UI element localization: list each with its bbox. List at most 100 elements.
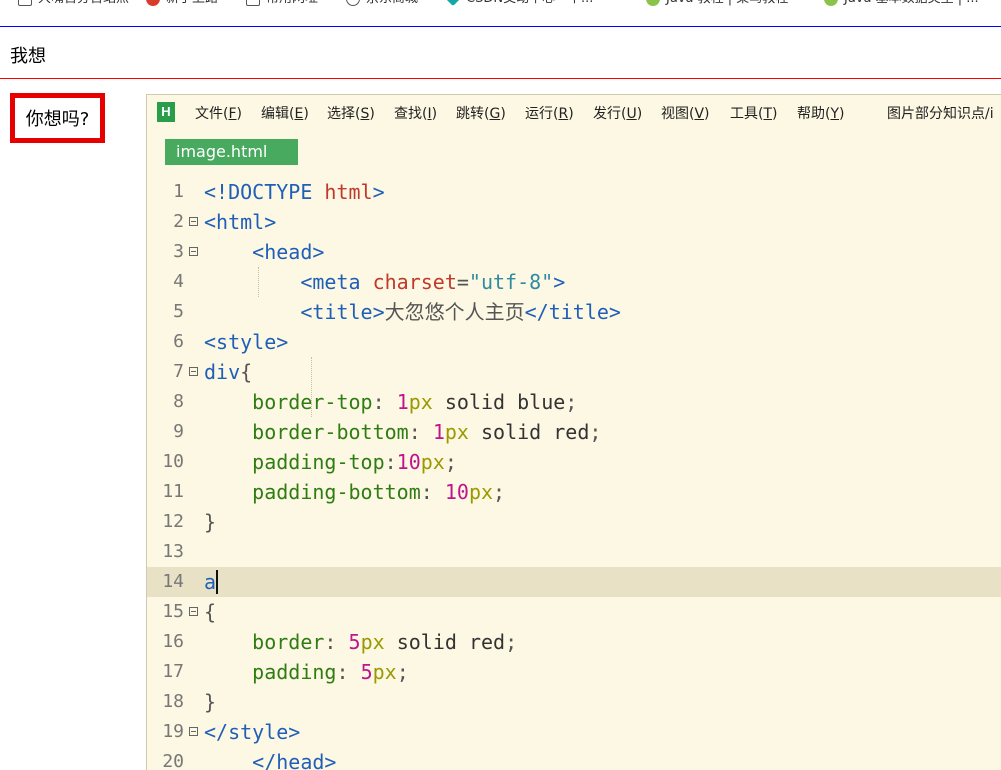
code-line[interactable]: 17 padding: 5px; [147, 657, 1001, 687]
menu-label: 编辑( [261, 106, 295, 122]
code-line[interactable]: 9 border-bottom: 1px solid red; [147, 417, 1001, 447]
bookmark-item[interactable]: 常用网址 [246, 0, 318, 8]
code-line[interactable]: 2 <html> [147, 207, 1001, 237]
line-number: 14 [162, 571, 184, 592]
rendered-div-text: 我想 [10, 46, 46, 67]
code-token: a [204, 570, 217, 594]
code-line[interactable]: 19 </style> [147, 717, 1001, 747]
code-line[interactable]: 18} [147, 687, 1001, 717]
menu-label: 文件( [195, 106, 229, 122]
line-number: 17 [162, 661, 184, 682]
menu-label-end: ) [236, 106, 242, 122]
code-token: px [444, 420, 469, 444]
code-token: <title> [300, 300, 385, 324]
line-number: 1 [173, 181, 184, 202]
line-number: 20 [162, 751, 184, 770]
code-line[interactable]: 3 <head> [147, 237, 1001, 267]
code-token: solid blue [432, 390, 566, 414]
code-token: 5 [360, 660, 373, 684]
code-text: a [204, 567, 219, 597]
menu-bar: H 文件(F) 编辑(E) 选择(S) 查找(I) 跳转(G) 运行(R) 发行(U) 视图(… [147, 95, 1001, 129]
menu-item[interactable]: 编辑(E) [261, 103, 309, 123]
code-token: ; [444, 450, 457, 474]
menu-item[interactable]: 跳转(G) [456, 103, 506, 123]
code-text: <html> [204, 207, 276, 237]
code-line[interactable]: 8 border-top: 1px solid blue; [147, 387, 1001, 417]
code-text: } [204, 507, 216, 537]
code-token: > [553, 270, 566, 294]
code-token: border-bottom [252, 420, 409, 444]
code-token: border-top [252, 390, 373, 414]
bookmark-item[interactable]: CSDN交动中心 - 中... [445, 0, 593, 8]
editor-window: H 文件(F) 编辑(E) 选择(S) 查找(I) 跳转(G) 运行(R) 发行(U) 视图(… [146, 94, 1001, 770]
code-text: padding: 5px; [204, 657, 409, 687]
bookmark-item[interactable]: 新手上路 [146, 0, 218, 8]
line-number: 18 [162, 691, 184, 712]
code-text: <title>大忽悠个人主页</title> [204, 297, 621, 327]
menu-accelerator: R [558, 106, 569, 122]
code-token: px [420, 450, 445, 474]
menu-item[interactable]: 视图(V) [661, 103, 710, 123]
code-text: <style> [204, 327, 288, 357]
code-token: 10 [444, 480, 469, 504]
menu-accelerator: E [294, 106, 304, 122]
code-token: solid red [468, 420, 590, 444]
fold-toggle-icon[interactable] [189, 727, 198, 736]
code-token: <!DOCTYPE [204, 180, 325, 204]
code-token: </head> [252, 750, 337, 770]
code-line[interactable]: 15 { [147, 597, 1001, 627]
folder-icon [246, 0, 260, 6]
code-line[interactable]: 16 border: 5px solid red; [147, 627, 1001, 657]
code-text: <!DOCTYPE html> [204, 177, 385, 207]
rendered-link[interactable]: 你想吗? [10, 93, 105, 143]
code-line[interactable]: 1 <!DOCTYPE html> [147, 177, 1001, 207]
menu-accelerator: V [694, 106, 705, 122]
menu-accelerator: T [763, 106, 773, 122]
menu-item[interactable]: 选择(S) [327, 103, 375, 123]
menu-label: 视图( [661, 106, 695, 122]
code-line[interactable]: 12} [147, 507, 1001, 537]
menu-item[interactable]: 工具(T) [730, 103, 778, 123]
code-token: ; [589, 420, 602, 444]
tab-image-html[interactable]: image.html [165, 139, 298, 165]
code-line[interactable]: 11 padding-bottom: 10px; [147, 477, 1001, 507]
hbuilder-logo-icon[interactable]: H [157, 102, 175, 122]
code-line[interactable]: 7 div{ [147, 357, 1001, 387]
menu-label-end: ) [431, 106, 438, 122]
fold-toggle-icon[interactable] [189, 367, 198, 376]
code-line[interactable]: 13 [147, 537, 1001, 567]
code-text: border: 5px solid red; [204, 627, 517, 657]
menu-label: 工具( [730, 106, 764, 122]
code-line[interactable]: 5 <title>大忽悠个人主页</title> [147, 297, 1001, 327]
bookmark-item[interactable]: 京东商城 [346, 0, 418, 8]
menu-label: 选择( [327, 106, 361, 122]
code-line[interactable]: 14 a [147, 567, 1001, 597]
menu-item[interactable]: 发行(U) [593, 103, 642, 123]
fold-toggle-icon[interactable] [189, 217, 198, 226]
code-text: padding-top:10px; [204, 447, 457, 477]
menu-label: 发行( [593, 106, 627, 122]
code-line[interactable]: 10 padding-top:10px; [147, 447, 1001, 477]
code-text: padding-bottom: 10px; [204, 477, 505, 507]
menu-item[interactable]: 查找(I) [394, 103, 437, 123]
fold-toggle-icon[interactable] [189, 607, 198, 616]
menu-item[interactable]: 文件(F) [195, 103, 242, 123]
menu-label-end: ) [772, 106, 778, 122]
code-line[interactable]: 6 <style> [147, 327, 1001, 357]
code-token: <meta [300, 270, 373, 294]
menu-item[interactable]: 运行(R) [525, 103, 574, 123]
line-number: 15 [162, 601, 184, 622]
menu-label: 跳转( [456, 106, 490, 122]
bookmark-item[interactable]: 大嘴百分百站点 [18, 0, 129, 8]
code-line[interactable]: 4 <meta charset="utf-8"> [147, 267, 1001, 297]
code-line[interactable]: 20 </head> [147, 747, 1001, 770]
bookmark-item[interactable]: Java 基本数据类型 | ... [824, 0, 979, 8]
code-token: { [204, 600, 217, 624]
menu-item[interactable]: 帮助(Y) [797, 103, 845, 123]
bookmark-item[interactable]: Java 教程 | 菜鸟教程 [646, 0, 788, 8]
code-token: border [252, 630, 325, 654]
menu-label-end: ) [369, 106, 375, 122]
fold-toggle-icon[interactable] [189, 247, 198, 256]
